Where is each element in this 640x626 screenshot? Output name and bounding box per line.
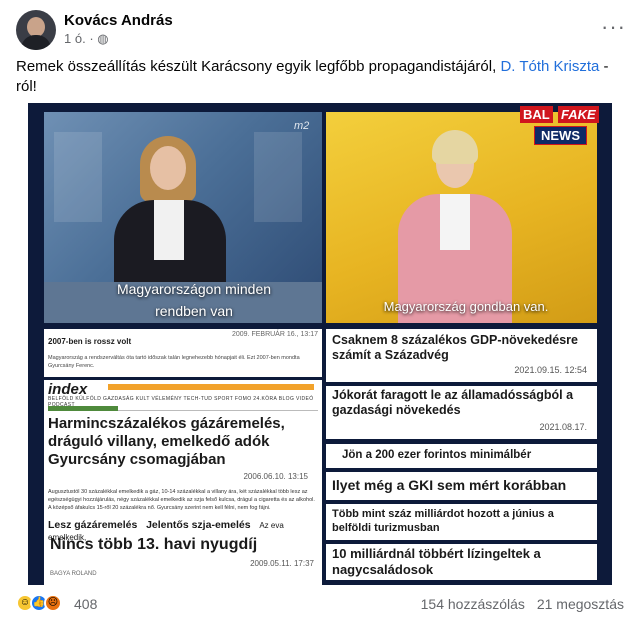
clipping-title: 2007-ben is rossz volt [48, 337, 132, 346]
clipping-source: BAGYA ROLAND [50, 571, 97, 577]
more-options-icon[interactable]: ··· [601, 14, 626, 40]
post-meta: 1 ó. · ◍ [64, 31, 109, 47]
clipping-body: Augusztustól 30 százalékkal emelkedik a … [48, 489, 315, 511]
studio-window [54, 132, 102, 222]
reaction-count[interactable]: 408 [74, 596, 97, 612]
logo-bal: BAL [520, 106, 553, 123]
news-clipping-9: 10 milliárdnál többért lízingeltek a nag… [326, 544, 597, 580]
balfake-news-logo: BAL FAKE NEWS [520, 106, 606, 145]
clipping-date: 2006.06.10. 13:15 [243, 472, 308, 481]
clipping-date: 2021.09.15. 12:54 [514, 365, 587, 375]
clipping-headline: Nincs több 13. havi nyugdíj [50, 536, 258, 553]
comment-count[interactable]: 154 hozzászólás [421, 596, 525, 612]
logo-fake: FAKE [558, 106, 599, 123]
avatar-face [27, 17, 45, 37]
facebook-post: Kovács András 1 ó. · ◍ ··· Remek összeál… [0, 0, 640, 626]
news-clipping-8: Több mint száz milliárdot hozott a júniu… [326, 504, 597, 540]
right-subtitle: Magyarország gondban van. [383, 299, 549, 314]
post-stats: 154 hozzászólás 21 megosztás [413, 596, 624, 612]
share-count[interactable]: 21 megosztás [537, 596, 624, 612]
anchor-shirt [440, 194, 470, 250]
news-clipping-7: Ilyet még a GKI sem mért korábban [326, 472, 597, 500]
avatar-body [21, 35, 51, 50]
reaction-icons[interactable]: ☺ 👍 ☹ [16, 594, 72, 614]
channel-logo: m2 [294, 120, 310, 132]
anchor-hair [432, 130, 478, 164]
news-clipping-5: Jókorát faragott le az államadósságból a… [326, 386, 597, 439]
anchor-face [150, 146, 186, 190]
left-video-frame: m2 Magyarországon minden rendben van [44, 112, 322, 323]
clipping-body: Magyarország a rendszerváltás óta tartó … [48, 355, 300, 369]
avatar[interactable] [16, 10, 56, 50]
news-clipping-3: Lesz gázáremelés Jelentős szja-emelés Az… [44, 513, 322, 579]
index-bar [108, 384, 314, 390]
logo-news: NEWS [534, 126, 587, 145]
anchor-shirt [154, 200, 184, 260]
clipping-date: 2009.05.11. 17:37 [250, 559, 314, 568]
clipping-headline: Harmincszázalékos gázáremelés, dráguló v… [48, 415, 285, 468]
subhead-2: Jelentős szja-emelés [146, 519, 251, 531]
post-footer: ☺ 👍 ☹ 408 154 hozzászólás 21 megosztás [16, 592, 624, 620]
index-section-bar [48, 406, 118, 411]
news-clipping-4: Csaknem 8 százalékos GDP-növekedésre szá… [326, 329, 597, 382]
angry-icon: ☹ [44, 594, 62, 612]
post-time[interactable]: 1 ó. [64, 31, 86, 46]
clipping-date: 2009. FEBRUÁR 16., 13:17 [232, 331, 318, 338]
caption-text: Remek összeállítás készült Karácsony egy… [16, 58, 501, 75]
post-header: Kovács András 1 ó. · ◍ ··· [16, 10, 626, 50]
news-anchor-right [388, 128, 518, 323]
clipping-headline: Jókorát faragott le az államadósságból a… [332, 388, 574, 417]
author-name[interactable]: Kovács András [64, 12, 173, 29]
post-caption: Remek összeállítás készült Karácsony egy… [16, 57, 624, 97]
left-subtitle-line2: rendben van [155, 303, 233, 319]
clipping-date: 2021.08.17. [539, 422, 587, 432]
left-subtitle-line1: Magyarországon minden [116, 281, 272, 297]
globe-icon: ◍ [97, 31, 109, 46]
post-image[interactable]: m2 Magyarországon minden rendben van Mag… [28, 103, 612, 585]
subhead-1: Lesz gázáremelés [48, 519, 138, 531]
left-subtitle: Magyarországon minden rendben van [84, 278, 304, 322]
tagged-person-link[interactable]: D. Tóth Kriszta [500, 58, 599, 75]
news-clipping-6: Jön a 200 ezer forintos minimálbér [326, 444, 597, 468]
clipping-headline: Csaknem 8 százalékos GDP-növekedésre szá… [332, 333, 578, 362]
studio-window [254, 132, 302, 222]
news-clipping-1: 2009. FEBRUÁR 16., 13:17 2007-ben is ros… [44, 329, 322, 377]
